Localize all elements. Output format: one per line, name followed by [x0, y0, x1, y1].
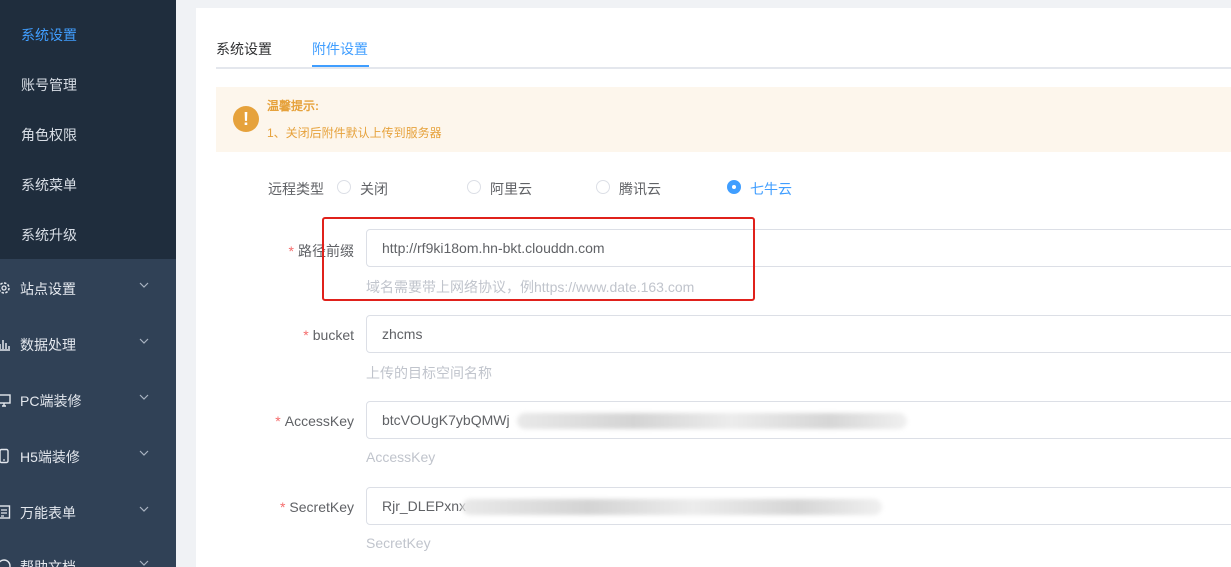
tab-system-settings[interactable]: 系统设置 [216, 39, 272, 59]
chevron-down-icon [139, 338, 149, 344]
mobile-icon [0, 448, 9, 464]
bar-chart-icon [0, 340, 10, 351]
sidebar-group-help[interactable]: 帮助文档 [0, 556, 176, 567]
radio-label: 腾讯云 [619, 181, 661, 197]
remote-type-label: 远程类型 [268, 181, 324, 197]
tab-attachment-settings[interactable]: 附件设置 [312, 39, 368, 59]
secret-key-help: SecretKey [366, 535, 431, 551]
access-key-label: * AccessKey [275, 413, 354, 429]
radio-circle[interactable] [337, 180, 351, 194]
sidebar-group-label: 数据处理 [20, 337, 76, 353]
radio-label: 七牛云 [750, 181, 792, 197]
redacted-blur [517, 413, 907, 429]
radio-circle[interactable] [596, 180, 610, 194]
radio-circle[interactable] [727, 180, 741, 194]
sidebar-item-system-settings[interactable]: 系统设置 [21, 25, 77, 45]
path-prefix-value: http://rf9ki18om.hn-bkt.clouddn.com [382, 240, 605, 256]
warning-icon: ! [233, 106, 259, 132]
sidebar-group-site-settings[interactable]: 站点设置 [0, 278, 176, 298]
sidebar-group-label: 站点设置 [20, 281, 76, 297]
chevron-down-icon [139, 506, 149, 512]
active-tab-indicator [312, 65, 369, 67]
secret-key-label: * SecretKey [279, 499, 354, 515]
bucket-label: * bucket [303, 327, 354, 343]
chevron-down-icon [139, 560, 149, 566]
sidebar-group-label: H5端装修 [20, 449, 80, 465]
redacted-blur [462, 499, 882, 515]
alert-title: 温馨提示: [267, 99, 319, 113]
form-icon [0, 505, 11, 519]
sidebar-item-system-upgrade[interactable]: 系统升级 [21, 225, 77, 245]
bucket-help: 上传的目标空间名称 [366, 365, 492, 381]
chevron-down-icon [139, 282, 149, 288]
settings-panel: 系统设置 附件设置 ! 温馨提示: 1、关闭后附件默认上传到服务器 远程类型 关… [196, 8, 1231, 567]
radio-label: 关闭 [360, 181, 388, 197]
path-prefix-input[interactable]: http://rf9ki18om.hn-bkt.clouddn.com [366, 229, 1231, 267]
tip-alert: ! 温馨提示: 1、关闭后附件默认上传到服务器 [216, 87, 1231, 152]
alert-text: 1、关闭后附件默认上传到服务器 [267, 126, 442, 140]
bucket-input[interactable]: zhcms [366, 315, 1231, 353]
gear-icon [0, 282, 10, 294]
sidebar-group-pc-decor[interactable]: PC端装修 [0, 390, 176, 410]
chevron-down-icon [139, 450, 149, 456]
path-prefix-help: 域名需要带上网络协议，例https://www.date.163.com [366, 279, 695, 295]
sidebar-group-h5-decor[interactable]: H5端装修 [0, 446, 176, 466]
tab-bar: 系统设置 附件设置 [216, 8, 1231, 69]
bucket-value: zhcms [382, 326, 423, 342]
monitor-icon [0, 394, 11, 407]
secret-key-input[interactable]: Rjr_DLEPxnx [366, 487, 1231, 525]
submenu-system: 系统设置 账号管理 角色权限 系统菜单 系统升级 [0, 0, 176, 259]
access-key-input[interactable]: btcVOUgK7ybQMWj [366, 401, 1231, 439]
help-icon [0, 559, 11, 567]
access-key-value: btcVOUgK7ybQMWj [382, 412, 510, 428]
access-key-help: AccessKey [366, 449, 436, 465]
sidebar-group-label: 帮助文档 [20, 559, 76, 567]
path-prefix-label: * 路径前缀 [288, 243, 354, 259]
sidebar: 系统设置 账号管理 角色权限 系统菜单 系统升级 站点设置 数据处理 PC端装修… [0, 0, 176, 567]
sidebar-item-accounts[interactable]: 账号管理 [21, 75, 77, 95]
chevron-down-icon [139, 394, 149, 400]
sidebar-group-label: PC端装修 [20, 393, 82, 409]
radio-label: 阿里云 [490, 181, 532, 197]
sidebar-group-forms[interactable]: 万能表单 [0, 502, 176, 522]
radio-circle[interactable] [467, 180, 481, 194]
sidebar-group-label: 万能表单 [20, 505, 76, 521]
secret-key-value: Rjr_DLEPxnx [382, 498, 467, 514]
sidebar-group-data[interactable]: 数据处理 [0, 334, 176, 354]
sidebar-item-roles[interactable]: 角色权限 [21, 125, 77, 145]
sidebar-item-system-menu[interactable]: 系统菜单 [21, 175, 77, 195]
